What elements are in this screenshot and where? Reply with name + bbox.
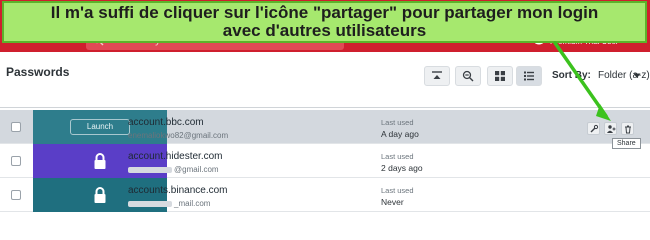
lock-icon [94,153,106,169]
share-button[interactable] [604,122,617,135]
list-view-button[interactable] [516,66,542,86]
row-checkbox[interactable] [11,122,21,132]
table-row[interactable]: account.hidester.com @gmail.com Last use… [0,144,650,178]
collapse-all-button[interactable] [424,66,450,86]
site-username: enemaliokwo82@gmail.com [128,131,229,140]
site-username: @gmail.com [128,165,219,174]
sort-label: Sort By: [552,70,591,81]
last-used-value: A day ago [381,129,419,139]
grid-icon [495,71,505,81]
lock-icon [94,187,106,203]
last-used-label: Last used [381,152,414,161]
grid-view-button[interactable] [487,66,513,86]
page-title: Passwords [6,65,70,79]
zoom-button[interactable] [455,66,481,86]
share-tooltip: Share [612,138,641,149]
last-used-label: Last used [381,118,414,127]
row-checkbox[interactable] [11,156,21,166]
launch-button[interactable]: Launch [70,119,130,135]
redacted-username [128,166,172,173]
zoom-out-icon [462,70,474,82]
annotation-banner: Il m'a suffi de cliquer sur l'icône "par… [2,1,647,43]
edit-button[interactable] [587,122,600,135]
wrench-icon [590,124,599,133]
last-used-label: Last used [381,186,414,195]
trash-icon [625,125,631,134]
row-checkbox[interactable] [11,190,21,200]
redacted-username [128,200,172,207]
last-used-value: 2 days ago [381,163,423,173]
table-row[interactable]: accounts.binance.com _mail.com Last used… [0,178,650,212]
sort-dropdown[interactable]: Folder (a-z) [598,70,650,81]
table-row[interactable]: Launch account.bbc.com enemaliokwo82@gma… [0,110,650,144]
annotation-line-2: avec d'autres utilisateurs [222,21,427,40]
share-icon [607,125,616,133]
site-name[interactable]: account.bbc.com [128,117,204,128]
site-name[interactable]: account.hidester.com [128,151,223,162]
list-divider [0,107,650,108]
collapse-icon [432,71,442,79]
annotation-line-1: Il m'a suffi de cliquer sur l'icône "par… [50,3,599,22]
chevron-down-icon[interactable] [633,73,641,79]
list-icon [524,71,534,81]
last-used-value: Never [381,197,404,207]
site-name[interactable]: accounts.binance.com [128,185,228,196]
delete-button[interactable] [621,122,634,135]
site-username: _mail.com [128,199,210,208]
